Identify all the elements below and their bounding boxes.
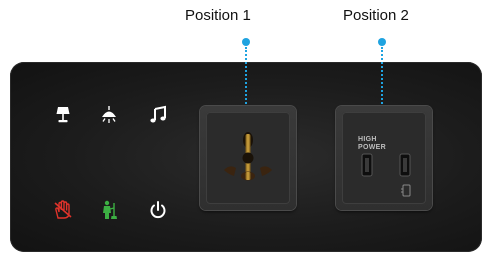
usb-charger-module[interactable]: HIGH POWER bbox=[336, 106, 432, 210]
lamp-icon[interactable] bbox=[52, 104, 74, 126]
housekeeping-icon[interactable] bbox=[98, 199, 120, 221]
device-diagram: Position 1 Position 2 HIGH POWER bbox=[0, 0, 482, 257]
position-2-label: Position 2 bbox=[343, 7, 409, 24]
position-2-pointer-dot bbox=[378, 38, 386, 46]
position-2-pointer-line bbox=[381, 47, 383, 107]
music-icon[interactable] bbox=[147, 104, 169, 126]
power-icon[interactable] bbox=[147, 199, 169, 221]
position-1-pointer-line bbox=[245, 47, 247, 107]
universal-socket[interactable] bbox=[200, 106, 296, 210]
universal-socket-face bbox=[206, 112, 290, 204]
position-1-label: Position 1 bbox=[185, 7, 251, 24]
usb-device-icon bbox=[401, 184, 411, 197]
do-not-disturb-icon[interactable] bbox=[52, 199, 74, 221]
universal-socket-holes bbox=[224, 132, 272, 181]
position-1-pointer-dot bbox=[242, 38, 250, 46]
usb-charger-face: HIGH POWER bbox=[342, 112, 426, 204]
ceiling-light-icon[interactable] bbox=[98, 104, 120, 126]
